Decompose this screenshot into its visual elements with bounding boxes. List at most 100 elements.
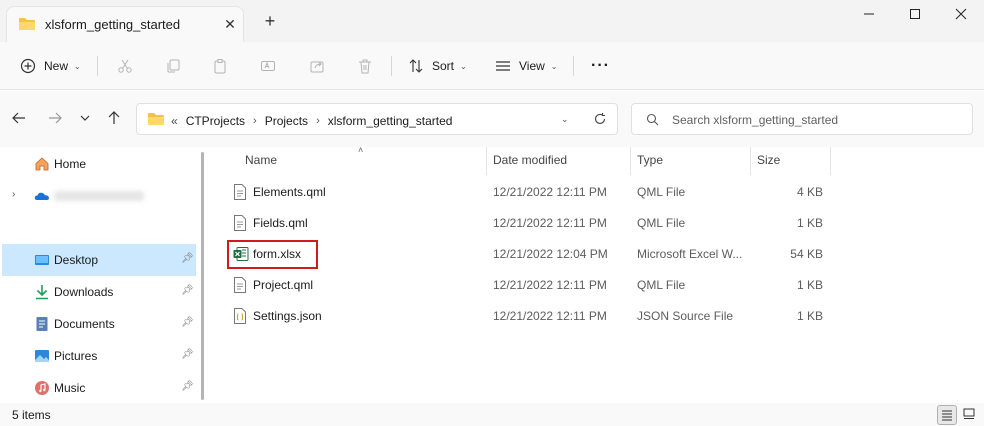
sidebar-item-music[interactable]: Music 📌︎ [2, 372, 196, 404]
file-size: 1 KB [796, 309, 823, 323]
search-box[interactable]: Search xlsform_getting_started [631, 103, 973, 135]
delete-button[interactable] [357, 51, 373, 81]
copy-icon [167, 59, 180, 73]
close-icon [955, 8, 967, 20]
sidebar-item-label: Documents [54, 317, 115, 331]
sidebar-item-onedrive[interactable]: › [2, 180, 196, 212]
download-icon [34, 284, 50, 300]
minimize-icon [864, 13, 874, 15]
file-icon [233, 184, 247, 203]
new-button[interactable]: New ⌄ [20, 51, 81, 81]
json-file-icon [233, 308, 247, 327]
sort-label: Sort [432, 59, 455, 73]
file-name: Settings.json [253, 309, 322, 323]
sidebar-item-pictures[interactable]: Pictures 📌︎ [2, 340, 196, 372]
column-divider[interactable] [486, 147, 487, 175]
maximize-button[interactable] [892, 0, 938, 30]
onedrive-icon [34, 188, 50, 204]
sidebar-item-label: Home [54, 157, 87, 171]
refresh-icon[interactable] [593, 112, 607, 129]
file-type: QML File [637, 185, 686, 199]
sidebar-item-downloads[interactable]: Downloads 📌︎ [2, 276, 196, 308]
breadcrumb-xlsform-getting-started[interactable]: xlsform_getting_started [328, 114, 453, 128]
table-row[interactable]: Elements.qml 12/21/2022 12:11 PM QML Fil… [228, 177, 828, 207]
breadcrumb-projects[interactable]: Projects [265, 114, 308, 128]
sidebar-item-label: Pictures [54, 349, 98, 363]
more-options-button[interactable]: ··· [591, 51, 610, 81]
view-button[interactable]: View ⌄ [495, 51, 558, 81]
cut-button[interactable] [117, 51, 133, 81]
column-header-type[interactable]: Type [637, 153, 663, 167]
sort-button[interactable]: Sort ⌄ [408, 51, 467, 81]
sort-ascending-icon: ˄ [358, 145, 364, 155]
plus-circle-icon [20, 58, 36, 74]
pin-icon[interactable]: 📌︎ [181, 349, 194, 360]
pin-icon[interactable]: 📌︎ [181, 317, 194, 328]
column-header-size[interactable]: Size [757, 153, 780, 167]
file-size: 1 KB [796, 278, 823, 292]
tiles-view-button[interactable] [960, 405, 980, 425]
redacted-account-name [54, 191, 144, 201]
navigation-row: « CTProjects › Projects › xlsform_gettin… [0, 91, 984, 147]
sidebar-item-desktop[interactable]: Desktop 📌︎ [2, 244, 196, 276]
pin-icon[interactable]: 📌︎ [181, 253, 194, 264]
minimize-button[interactable] [846, 0, 892, 30]
table-row[interactable]: Fields.qml 12/21/2022 12:11 PM QML File … [228, 208, 828, 238]
rename-button[interactable] [260, 51, 276, 81]
details-view-icon [942, 410, 952, 421]
column-divider[interactable] [630, 147, 631, 175]
file-type: QML File [637, 278, 686, 292]
breadcrumb-overflow[interactable]: « [171, 114, 178, 128]
search-placeholder: Search xlsform_getting_started [672, 113, 839, 127]
file-size: 1 KB [796, 216, 823, 230]
share-button[interactable] [309, 51, 325, 81]
file-size: 54 KB [790, 247, 823, 261]
sidebar-item-label: Music [54, 381, 86, 395]
sidebar-scrollbar[interactable] [201, 152, 204, 400]
folder-icon [18, 17, 36, 34]
divider [97, 56, 98, 76]
close-window-button[interactable] [938, 0, 984, 30]
status-bar: 5 items [0, 403, 984, 426]
file-name: Fields.qml [253, 216, 308, 230]
desktop-icon [34, 252, 50, 268]
address-bar[interactable]: « CTProjects › Projects › xlsform_gettin… [136, 103, 618, 135]
file-icon [233, 277, 247, 296]
breadcrumb-ctprojects[interactable]: CTProjects [186, 114, 245, 128]
address-dropdown-icon[interactable]: ⌄ [561, 114, 569, 125]
column-divider[interactable] [750, 147, 751, 175]
back-button[interactable] [11, 110, 29, 128]
forward-button[interactable] [47, 110, 65, 128]
pin-icon[interactable]: 📌︎ [181, 381, 194, 392]
file-name: Elements.qml [253, 185, 326, 199]
file-date: 12/21/2022 12:11 PM [493, 309, 607, 323]
sidebar-item-label: Downloads [54, 285, 114, 299]
arrow-up-icon [108, 111, 120, 124]
copy-button[interactable] [165, 51, 181, 81]
column-divider[interactable] [830, 147, 831, 175]
column-header-date-modified[interactable]: Date modified [493, 153, 567, 167]
sidebar-item-home[interactable]: Home [2, 148, 196, 180]
sidebar-item-documents[interactable]: Documents 📌︎ [2, 308, 196, 340]
new-tab-button[interactable]: + [260, 12, 280, 32]
details-view-button[interactable] [937, 405, 957, 425]
table-row[interactable]: Settings.json 12/21/2022 12:11 PM JSON S… [228, 301, 828, 331]
table-row[interactable]: Project.qml 12/21/2022 12:11 PM QML File… [228, 270, 828, 300]
chevron-right-icon[interactable]: › [12, 189, 15, 200]
new-label: New [44, 59, 69, 73]
column-header-name[interactable]: Name [245, 153, 277, 167]
tab-xlsform-getting-started[interactable]: xlsform_getting_started ✕ [6, 6, 244, 42]
table-row[interactable]: form.xlsx 12/21/2022 12:04 PM Microsoft … [228, 239, 828, 269]
chevron-down-icon: ⌄ [460, 61, 467, 71]
item-count: 5 items [12, 408, 51, 422]
search-icon [646, 113, 659, 126]
recent-locations-button[interactable] [78, 110, 96, 128]
divider [573, 56, 574, 76]
file-type: Microsoft Excel W... [637, 247, 743, 261]
close-tab-icon[interactable]: ✕ [221, 15, 239, 33]
file-icon [233, 215, 247, 234]
paste-button[interactable] [212, 51, 228, 81]
scissors-icon [118, 59, 132, 73]
pin-icon[interactable]: 📌︎ [181, 285, 194, 296]
up-button[interactable] [106, 110, 124, 128]
